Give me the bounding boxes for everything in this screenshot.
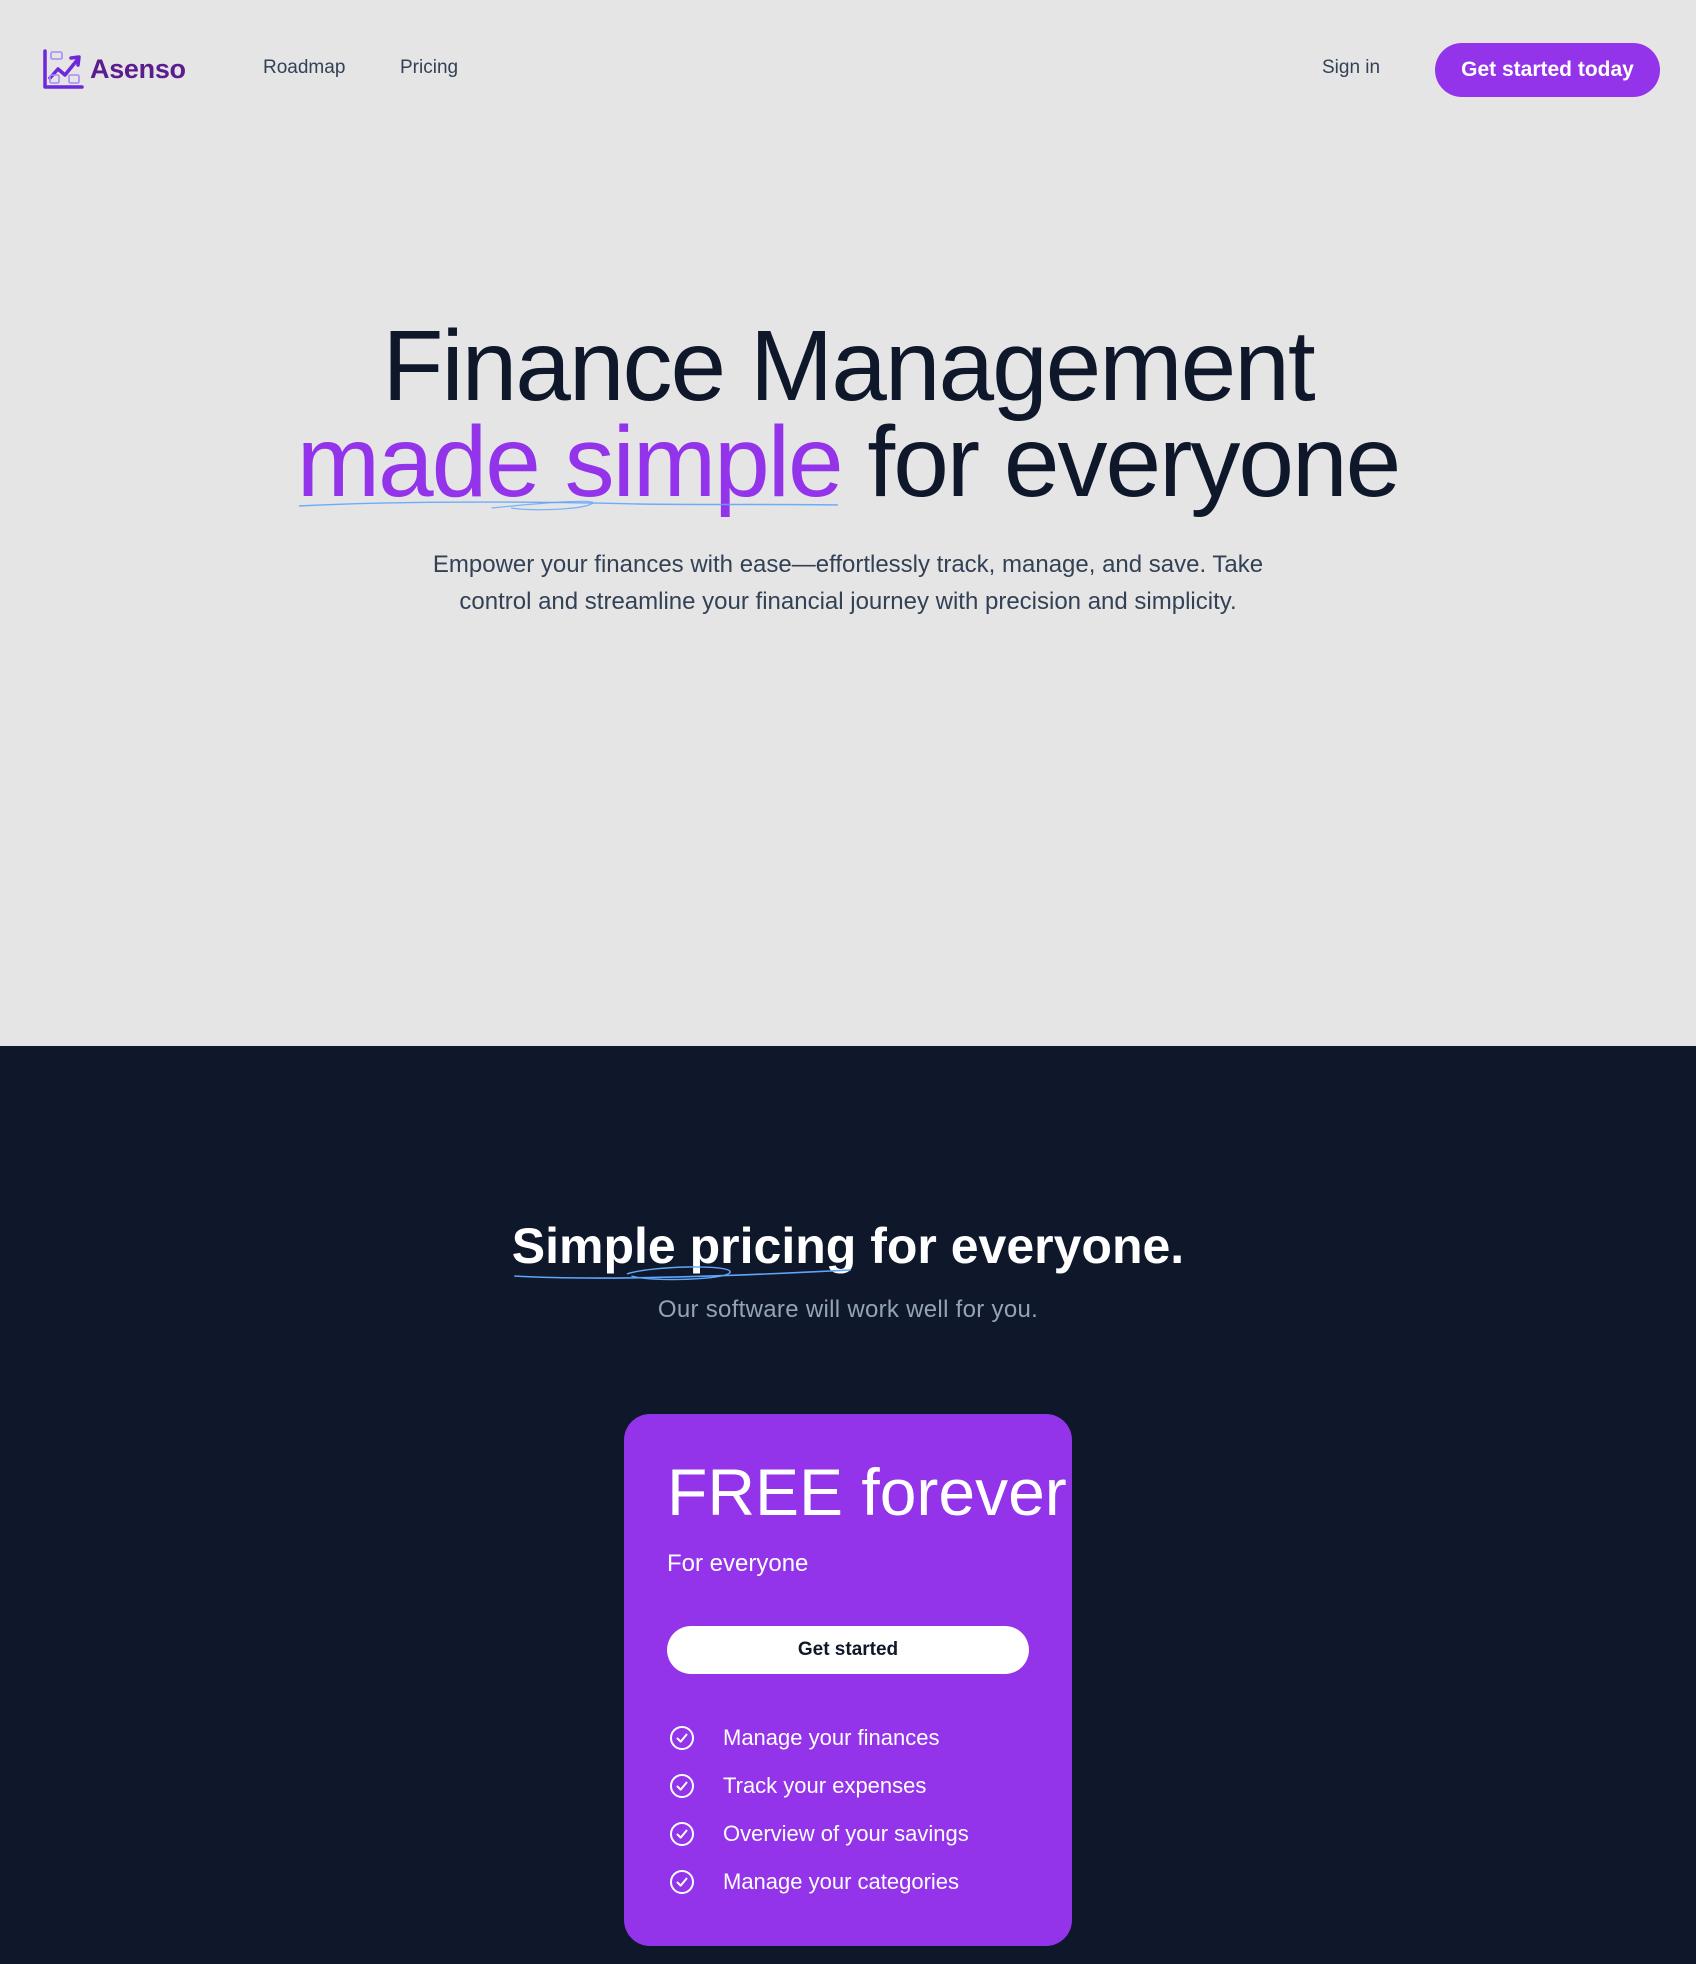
feature-item: Manage your finances (669, 1714, 969, 1762)
hand-drawn-underline (298, 500, 838, 511)
plan-card: FREE forever For everyone Get started Ma… (624, 1414, 1072, 1946)
brand-logo[interactable]: Asenso (42, 48, 186, 90)
check-circle-icon (670, 1822, 694, 1846)
nav-link-roadmap[interactable]: Roadmap (263, 57, 345, 79)
pricing-subtitle: Our software will work well for you. (657, 1296, 1039, 1323)
hero-subtitle-line-2: control and streamline your financial jo… (459, 588, 1237, 615)
feature-item: Track your expenses (669, 1762, 969, 1810)
pricing-title-rest-text: for everyone. (856, 1218, 1185, 1274)
feature-item: Manage your categories (669, 1858, 969, 1906)
plan-description: For everyone (667, 1550, 809, 1577)
hero-subtitle-line-1: Empower your finances with ease—effortle… (432, 551, 1264, 578)
hero-section: Asenso Roadmap Pricing Sign in Get start… (0, 0, 1696, 1046)
headline-line-1: Finance Management (382, 310, 1315, 422)
pricing-title-highlight: Simple pricing (512, 1216, 856, 1281)
nav-link-pricing[interactable]: Pricing (400, 57, 458, 79)
feature-label: Overview of your savings (723, 1821, 969, 1846)
feature-label: Manage your finances (723, 1725, 940, 1750)
top-navigation: Asenso Roadmap Pricing Sign in Get start… (0, 0, 1696, 140)
headline-line-2: made simple for everyone (0, 412, 1696, 512)
headline-rest-text: for everyone (841, 406, 1401, 518)
check-circle-icon (670, 1774, 694, 1798)
hand-drawn-underline (514, 1266, 851, 1281)
feature-label: Manage your categories (723, 1869, 960, 1894)
feature-item: Overview of your savings (669, 1810, 969, 1858)
chart-growth-icon (43, 49, 84, 89)
get-started-button[interactable]: Get started (667, 1626, 1029, 1674)
feature-label: Track your expenses (723, 1773, 927, 1798)
brand-name: Asenso (90, 53, 186, 84)
sign-in-link[interactable]: Sign in (1322, 57, 1380, 79)
check-circle-icon (670, 1870, 694, 1894)
check-circle-icon (670, 1726, 694, 1750)
plan-name: FREE forever (667, 1455, 1067, 1529)
pricing-title: Simple pricing for everyone. (0, 1216, 1696, 1281)
get-started-today-button[interactable]: Get started today (1435, 43, 1660, 97)
pricing-section: Simple pricing for everyone. Our softwar… (0, 1046, 1696, 1964)
hero-subtitle: Empower your finances with ease—effortle… (398, 546, 1298, 620)
headline-highlight: made simple (297, 412, 844, 512)
plan-feature-list: Manage your finances Track your expenses… (669, 1714, 969, 1906)
hero-headline: Finance Management made simple for every… (0, 310, 1696, 512)
